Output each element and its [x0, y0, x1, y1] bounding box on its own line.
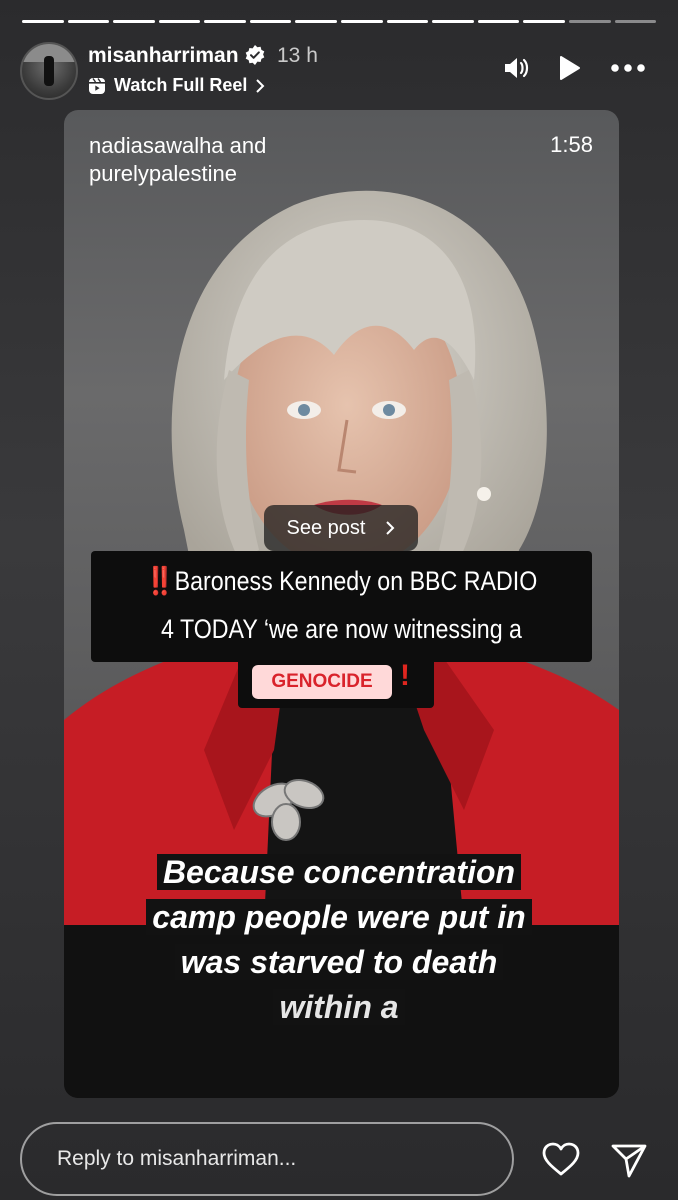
- story-header: misanharriman 13 h Watch Full Reel: [20, 40, 660, 100]
- chevron-right-icon: [256, 78, 265, 93]
- watch-full-reel-label: Watch Full Reel: [114, 75, 248, 95]
- subtitle-line3: was starved to death: [174, 944, 504, 980]
- play-icon[interactable]: [556, 54, 582, 82]
- verified-badge-icon: [245, 45, 265, 65]
- chevron-right-icon: [386, 521, 395, 535]
- progress-segment: [386, 20, 429, 23]
- progress-segment: [204, 20, 246, 23]
- reel-duration: 1:58: [550, 132, 593, 157]
- video-subtitles: Because concentration camp people were p…: [118, 850, 560, 1030]
- double-exclamation-icon: ‼️: [145, 566, 175, 596]
- watch-full-reel-link[interactable]: Watch Full Reel: [88, 75, 265, 96]
- progress-segment: [523, 20, 565, 23]
- username[interactable]: misanharriman: [88, 44, 239, 68]
- reel-author-line2: purelypalestine: [89, 161, 237, 186]
- headline-line2: 4 TODAY ‘we are now witnessing a: [161, 614, 522, 644]
- headline-text-1: Baroness Kennedy on BBC RADIO: [174, 566, 538, 596]
- headline-line1: ‼️Baroness Kennedy on BBC RADIO: [126, 565, 557, 597]
- reel-icon: [89, 77, 105, 94]
- subtitle-line2: camp people were put in: [146, 899, 532, 935]
- see-post-button[interactable]: See post: [264, 505, 418, 551]
- exclamation-icon: !: [400, 659, 410, 692]
- progress-segment: [113, 20, 155, 23]
- progress-segment: [568, 20, 611, 23]
- see-post-label: See post: [286, 516, 366, 539]
- reply-input[interactable]: [55, 1146, 479, 1172]
- progress-segment: [295, 20, 338, 23]
- progress-segment: [477, 20, 520, 23]
- progress-segment: [67, 20, 110, 23]
- genocide-highlight: GENOCIDE: [252, 665, 392, 699]
- reply-field-container[interactable]: [20, 1122, 514, 1196]
- progress-segment: [341, 20, 383, 23]
- subtitle-line1: Because concentration: [156, 854, 522, 890]
- progress-segment: [22, 20, 64, 23]
- progress-segment: [614, 20, 657, 23]
- headline-caption-end: GENOCIDE !: [238, 659, 434, 708]
- subtitle-line4: within a: [273, 989, 405, 1025]
- story-timestamp: 13 h: [277, 44, 318, 67]
- mute-sound-icon[interactable]: [502, 54, 530, 82]
- heart-icon[interactable]: [541, 1140, 581, 1180]
- reel-authors[interactable]: nadiasawalha and purelypalestine: [89, 132, 389, 188]
- progress-segment: [158, 20, 201, 23]
- headline-caption: ‼️Baroness Kennedy on BBC RADIO 4 TODAY …: [91, 551, 592, 662]
- progress-segment: [432, 20, 474, 23]
- more-options-icon[interactable]: [608, 54, 648, 82]
- avatar[interactable]: [20, 42, 78, 100]
- send-icon[interactable]: [609, 1140, 649, 1180]
- progress-segment: [249, 20, 292, 23]
- reel-author-line1: nadiasawalha and: [89, 133, 267, 158]
- story-progress-bar: [22, 20, 657, 24]
